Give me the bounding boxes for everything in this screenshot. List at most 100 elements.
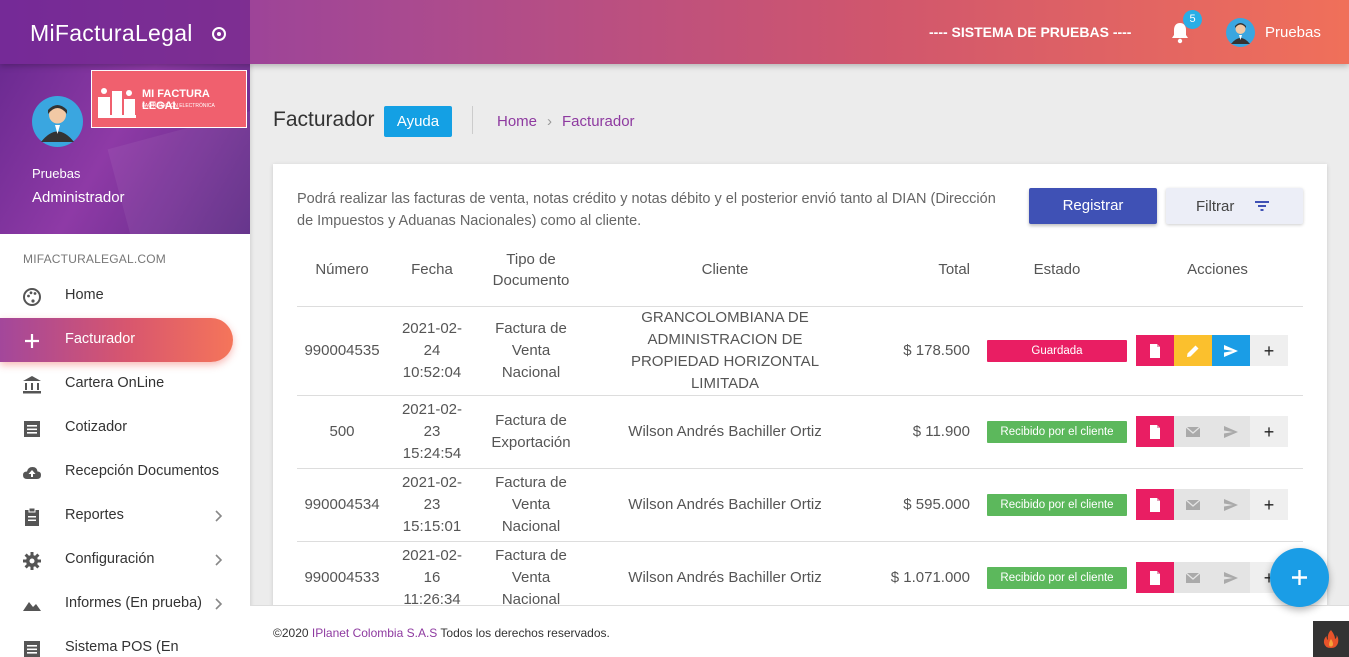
- cell-numero: 990004534: [297, 468, 387, 542]
- user-avatar-icon: [32, 96, 83, 147]
- palette-icon: [23, 288, 41, 306]
- send-icon: [1224, 498, 1238, 511]
- invoices-table: Número Fecha Tipo de Documento Cliente T…: [297, 234, 1303, 615]
- send-button[interactable]: [1212, 489, 1250, 520]
- sidebar-item-home[interactable]: Home: [0, 274, 250, 318]
- more-button[interactable]: +: [1250, 416, 1288, 447]
- mail-icon: [1185, 499, 1201, 510]
- footer: ©2020 IPlanet Colombia S.A.S Todos los d…: [250, 605, 1349, 657]
- cell-tipo: Factura de Exportación: [477, 395, 585, 469]
- sidebar-item-reportes[interactable]: Reportes: [0, 494, 250, 538]
- clipboard-icon: [25, 507, 39, 526]
- status-badge: Guardada: [987, 340, 1127, 362]
- column-header: Cliente: [585, 234, 865, 307]
- office-illustration-icon: [98, 88, 136, 118]
- send-icon: [1224, 344, 1238, 357]
- edit-button[interactable]: [1174, 335, 1212, 366]
- table-row[interactable]: 500 2021-02-23 15:24:54 Factura de Expor…: [297, 395, 1303, 469]
- page-title: Facturador: [273, 108, 375, 131]
- column-header: Fecha: [387, 234, 477, 307]
- sidebar-item-label: Cartera OnLine: [65, 375, 165, 391]
- bank-icon: [23, 376, 41, 394]
- cell-numero: 500: [297, 395, 387, 469]
- cell-estado: Recibido por el cliente: [982, 468, 1132, 542]
- footer-company-link[interactable]: IPlanet Colombia S.A.S: [312, 626, 437, 640]
- cell-fecha: 2021-02-23 15:15:01: [387, 468, 477, 542]
- send-button[interactable]: [1212, 562, 1250, 593]
- more-button[interactable]: +: [1250, 335, 1288, 366]
- cell-tipo: Factura de Venta Nacional: [477, 306, 585, 396]
- cell-cliente: Wilson Andrés Bachiller Ortiz: [585, 395, 865, 469]
- list-icon: [24, 421, 40, 437]
- status-badge: Recibido por el cliente: [987, 567, 1127, 589]
- sidebar-item-label: Configuración: [65, 551, 155, 567]
- cell-acciones: +: [1132, 468, 1303, 542]
- flame-icon: [1323, 630, 1339, 648]
- pdf-button[interactable]: [1136, 489, 1174, 520]
- corner-widget[interactable]: [1313, 621, 1349, 657]
- column-header: Acciones: [1132, 234, 1303, 307]
- pdf-button[interactable]: [1136, 335, 1174, 366]
- filter-icon: [1255, 201, 1269, 211]
- sidebar-item-cartera[interactable]: Cartera OnLine: [0, 362, 250, 406]
- mail-icon: [1185, 426, 1201, 437]
- column-header: Total: [865, 234, 982, 307]
- cell-fecha: 2021-02-24 10:52:04: [387, 306, 477, 396]
- footer-copyright: ©2020: [273, 626, 309, 640]
- user-role: Administrador: [32, 189, 125, 206]
- cell-total: $ 595.000: [865, 468, 982, 542]
- cell-numero: 990004535: [297, 306, 387, 396]
- status-badge: Recibido por el cliente: [987, 421, 1127, 443]
- table-row[interactable]: 990004533 2021-02-16 11:26:34 Factura de…: [297, 541, 1303, 615]
- column-header: Número: [297, 234, 387, 307]
- cell-estado: Guardada: [982, 306, 1132, 396]
- cell-fecha: 2021-02-16 11:26:34: [387, 541, 477, 615]
- plus-icon: [25, 334, 39, 348]
- cell-acciones: +: [1132, 395, 1303, 469]
- breadcrumb-current[interactable]: Facturador: [562, 113, 635, 130]
- help-button[interactable]: Ayuda: [384, 106, 452, 137]
- plus-icon: +: [1263, 421, 1275, 442]
- cell-fecha: 2021-02-23 15:24:54: [387, 395, 477, 469]
- mail-icon: [1185, 572, 1201, 583]
- email-button[interactable]: [1174, 489, 1212, 520]
- send-button[interactable]: [1212, 335, 1250, 366]
- header-divider: [472, 106, 473, 134]
- send-button[interactable]: [1212, 416, 1250, 447]
- email-button[interactable]: [1174, 416, 1212, 447]
- cell-numero: 990004533: [297, 541, 387, 615]
- table-row[interactable]: 990004535 2021-02-24 10:52:04 Factura de…: [297, 306, 1303, 396]
- filter-button[interactable]: Filtrar: [1166, 188, 1303, 224]
- status-badge: Recibido por el cliente: [987, 494, 1127, 516]
- cell-estado: Recibido por el cliente: [982, 541, 1132, 615]
- register-button[interactable]: Registrar: [1029, 188, 1157, 224]
- sidebar-item-pos[interactable]: Sistema POS (En: [0, 626, 250, 657]
- user-avatar-icon[interactable]: [1226, 18, 1255, 47]
- sidebar-item-facturador[interactable]: Facturador: [0, 318, 233, 362]
- cell-acciones: +: [1132, 306, 1303, 396]
- breadcrumb-home[interactable]: Home: [497, 113, 537, 130]
- user-name: Pruebas: [32, 166, 81, 181]
- email-button[interactable]: [1174, 562, 1212, 593]
- more-button[interactable]: +: [1250, 489, 1288, 520]
- pdf-button[interactable]: [1136, 562, 1174, 593]
- sidebar-item-configuracion[interactable]: Configuración: [0, 538, 250, 582]
- sidebar-toggle-icon[interactable]: [212, 27, 226, 41]
- table-row[interactable]: 990004534 2021-02-23 15:15:01 Factura de…: [297, 468, 1303, 542]
- sidebar-item-recepcion[interactable]: Recepción Documentos: [0, 450, 250, 494]
- plus-icon: +: [1263, 494, 1275, 515]
- list-icon: [24, 641, 40, 657]
- chevron-right-icon: [215, 598, 223, 610]
- cell-cliente: GRANCOLOMBIANA DE ADMINISTRACION DE PROP…: [585, 306, 865, 396]
- footer-rights: Todos los derechos reservados.: [440, 626, 610, 640]
- sidebar-item-cotizador[interactable]: Cotizador: [0, 406, 250, 450]
- breadcrumb: Home › Facturador: [497, 113, 635, 130]
- brand-title[interactable]: MiFacturaLegal: [30, 20, 193, 47]
- pdf-button[interactable]: [1136, 416, 1174, 447]
- sidebar-item-informes[interactable]: Informes (En prueba): [0, 582, 250, 626]
- plus-icon: [1292, 570, 1307, 585]
- terrain-icon: [23, 602, 41, 611]
- top-user-name[interactable]: Pruebas: [1265, 24, 1321, 41]
- pencil-icon: [1187, 345, 1199, 357]
- add-floating-button[interactable]: [1270, 548, 1329, 607]
